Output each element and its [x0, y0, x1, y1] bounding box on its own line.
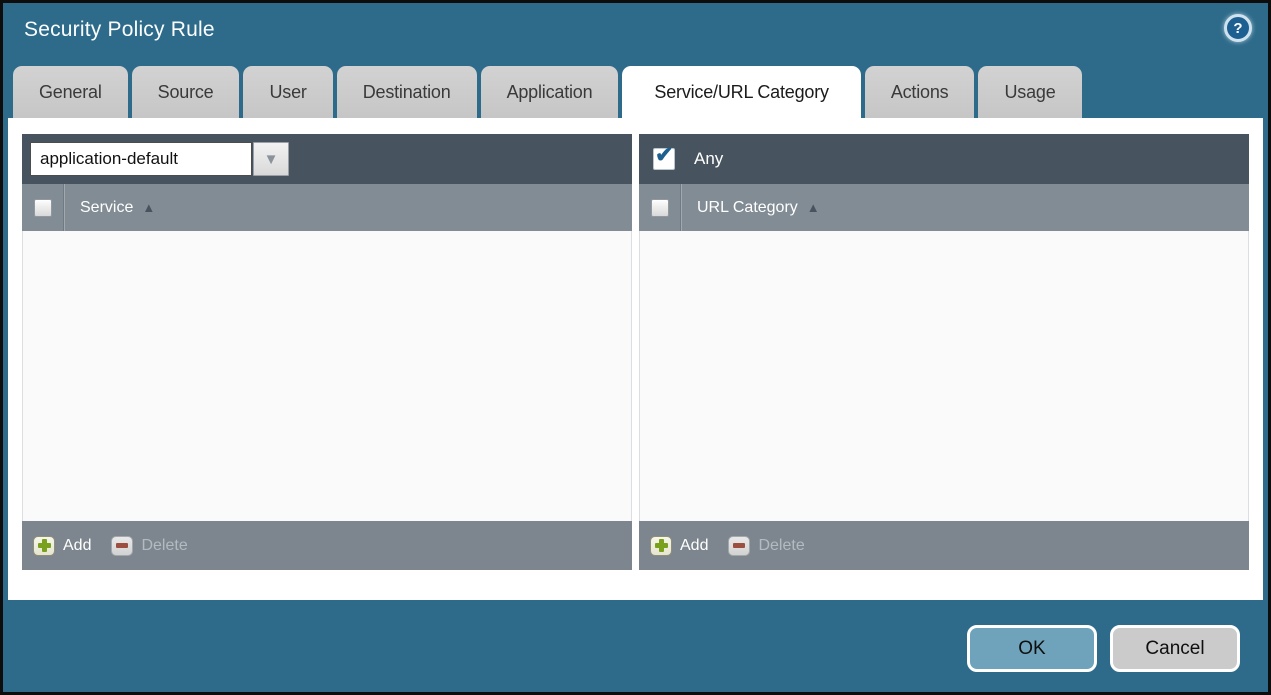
- service-select-all-checkbox[interactable]: [33, 198, 52, 217]
- url-category-table-header: URL Category ▲: [639, 184, 1249, 231]
- delete-minus-icon: [111, 535, 134, 556]
- tab-source[interactable]: Source: [131, 66, 240, 118]
- tab-strip: General Source User Destination Applicat…: [13, 66, 1261, 118]
- tab-destination[interactable]: Destination: [336, 66, 477, 118]
- service-table-body[interactable]: [22, 231, 632, 521]
- url-category-panel: ✔ Any URL Category ▲ Add Delete: [639, 134, 1249, 570]
- ok-button[interactable]: OK: [967, 625, 1097, 672]
- sort-ascending-icon[interactable]: ▲: [142, 200, 155, 215]
- service-table-header: Service ▲: [22, 184, 632, 231]
- tab-general[interactable]: General: [13, 66, 128, 118]
- tab-content: ▼ Service ▲ Add Delete: [8, 118, 1263, 600]
- chevron-down-icon: ▼: [263, 150, 279, 168]
- add-plus-icon: [33, 535, 55, 556]
- service-add-button[interactable]: Add: [33, 535, 91, 556]
- url-category-delete-button[interactable]: Delete: [728, 535, 805, 556]
- delete-minus-icon: [728, 535, 751, 556]
- service-type-input[interactable]: [30, 142, 252, 176]
- url-category-select-all-checkbox[interactable]: [650, 198, 669, 217]
- service-column-header[interactable]: Service: [80, 199, 133, 217]
- tab-actions[interactable]: Actions: [864, 66, 975, 118]
- add-plus-icon: [650, 535, 672, 556]
- dialog-actions: OK Cancel: [967, 625, 1240, 672]
- any-checkbox[interactable]: ✔: [653, 144, 675, 170]
- any-label: Any: [694, 149, 724, 168]
- service-select-all-cell[interactable]: [22, 184, 64, 231]
- dialog-title: Security Policy Rule: [24, 18, 215, 41]
- url-category-any-toggle[interactable]: ✔ Any: [653, 144, 724, 170]
- service-delete-button[interactable]: Delete: [111, 535, 188, 556]
- url-category-table-body[interactable]: [639, 231, 1249, 521]
- security-policy-rule-dialog: Security Policy Rule ? General Source Us…: [0, 0, 1271, 695]
- help-icon[interactable]: ?: [1224, 14, 1252, 42]
- url-category-column-header[interactable]: URL Category: [697, 199, 798, 217]
- service-type-dropdown-button[interactable]: ▼: [253, 142, 289, 176]
- url-category-add-button[interactable]: Add: [650, 535, 708, 556]
- url-category-any-bar: ✔ Any: [639, 134, 1249, 184]
- service-panel: ▼ Service ▲ Add Delete: [22, 134, 632, 570]
- service-type-dropdown[interactable]: ▼: [30, 142, 289, 176]
- tab-application[interactable]: Application: [480, 66, 619, 118]
- tab-service-url-category[interactable]: Service/URL Category: [622, 66, 861, 118]
- service-type-bar: ▼: [22, 134, 632, 184]
- url-category-table-footer: Add Delete: [639, 521, 1249, 570]
- service-table-footer: Add Delete: [22, 521, 632, 570]
- sort-ascending-icon[interactable]: ▲: [807, 200, 820, 215]
- tab-usage[interactable]: Usage: [978, 66, 1082, 118]
- checkmark-icon: ✔: [655, 142, 674, 167]
- tab-user[interactable]: User: [243, 66, 333, 118]
- cancel-button[interactable]: Cancel: [1110, 625, 1240, 672]
- url-category-select-all-cell[interactable]: [639, 184, 681, 231]
